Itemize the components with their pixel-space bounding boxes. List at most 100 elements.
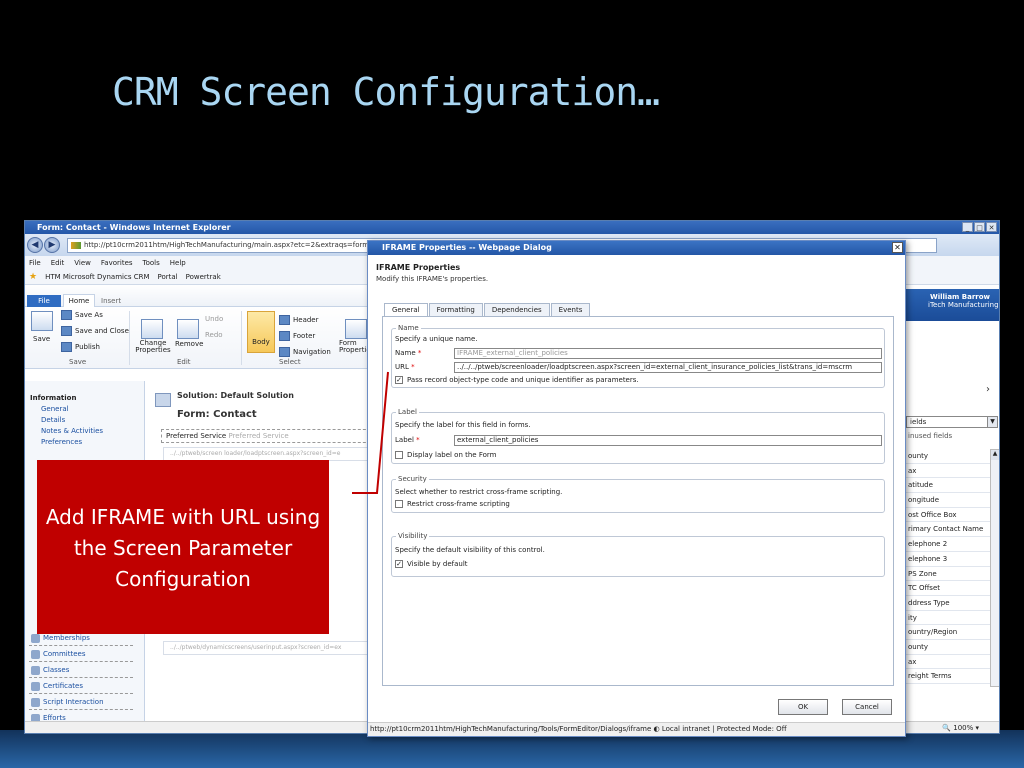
list-item[interactable]: ity: [906, 611, 990, 626]
name-section-legend: Name: [396, 324, 421, 332]
save-as-button[interactable]: Save As: [61, 310, 103, 320]
body-button[interactable]: Body: [247, 311, 275, 353]
url-field-input[interactable]: ../../../ptweb/screenloader/loadptscreen…: [454, 362, 882, 373]
field-list-scrollbar[interactable]: ▲: [990, 449, 999, 687]
menu-favorites[interactable]: Favorites: [101, 256, 133, 270]
nav-item-general[interactable]: General: [25, 404, 144, 415]
solution-label: Solution: Default Solution: [177, 391, 294, 400]
display-label-checkbox[interactable]: [395, 451, 403, 459]
favorite-link-portal[interactable]: Portal: [158, 270, 178, 285]
scroll-up-icon[interactable]: ▲: [991, 450, 999, 460]
save-close-button[interactable]: Save and Close: [61, 326, 129, 336]
undo-button[interactable]: Undo: [205, 315, 223, 323]
menu-file[interactable]: File: [29, 256, 41, 270]
list-item[interactable]: ountry/Region: [906, 625, 990, 640]
url-label: URL *: [395, 363, 415, 371]
save-icon[interactable]: [31, 311, 53, 331]
nav-item-preferences[interactable]: Preferences: [25, 437, 144, 448]
list-item[interactable]: reight Terms: [906, 669, 990, 684]
form-properties-button[interactable]: Form Properties: [339, 340, 369, 354]
navigation-button[interactable]: Navigation: [279, 347, 331, 357]
tab-file[interactable]: File: [27, 295, 61, 307]
label-input[interactable]: external_client_policies: [454, 435, 882, 446]
forward-icon[interactable]: ▶: [44, 237, 60, 253]
display-label-option[interactable]: Display label on the Form: [395, 451, 496, 459]
change-properties-button[interactable]: Change Properties: [135, 340, 171, 354]
tab-dependencies[interactable]: Dependencies: [483, 303, 550, 316]
user-name: William Barrow: [930, 293, 991, 301]
pass-record-checkbox[interactable]: ✓: [395, 376, 403, 384]
change-properties-icon[interactable]: [141, 319, 163, 339]
nav-entry-committees[interactable]: Committees: [29, 647, 133, 662]
list-item[interactable]: ost Office Box: [906, 508, 990, 523]
list-item[interactable]: ounty: [906, 640, 990, 655]
security-hint: Select whether to restrict cross-frame s…: [395, 488, 563, 496]
nav-header-information[interactable]: Information: [25, 381, 144, 404]
list-item[interactable]: ax: [906, 655, 990, 670]
nav-entry-script-interaction[interactable]: Script Interaction: [29, 695, 133, 710]
preferred-service-placeholder: Preferred Service: [228, 432, 289, 440]
menu-tools[interactable]: Tools: [143, 256, 160, 270]
favorites-star-icon[interactable]: ★: [29, 270, 37, 285]
list-item[interactable]: elephone 3: [906, 552, 990, 567]
menu-view[interactable]: View: [74, 256, 91, 270]
visible-checkbox[interactable]: ✓: [395, 560, 403, 568]
cancel-button[interactable]: Cancel: [842, 699, 892, 715]
list-item[interactable]: rimary Contact Name: [906, 522, 990, 538]
zoom-control[interactable]: 🔍 100% ▾: [942, 722, 979, 733]
list-item[interactable]: ax: [906, 464, 990, 479]
visible-option[interactable]: ✓ Visible by default: [395, 560, 468, 568]
minimize-icon[interactable]: _: [962, 222, 973, 232]
back-icon[interactable]: ◀: [27, 237, 43, 253]
nav-item-details[interactable]: Details: [25, 415, 144, 426]
tab-home[interactable]: Home: [63, 294, 95, 308]
maximize-icon[interactable]: □: [974, 222, 985, 232]
visibility-section-legend: Visibility: [396, 532, 430, 540]
name-input[interactable]: IFRAME_external_client_policies: [454, 348, 882, 359]
footer-button[interactable]: Footer: [279, 331, 315, 341]
redo-button[interactable]: Redo: [205, 331, 223, 339]
fields-filter-select[interactable]: ▼ ields: [906, 416, 998, 428]
save-button[interactable]: Save: [33, 335, 50, 343]
form-properties-icon[interactable]: [345, 319, 367, 339]
favorite-link-powertrak[interactable]: Powertrak: [186, 270, 221, 285]
favorite-link-crm[interactable]: HTM Microsoft Dynamics CRM: [45, 270, 149, 285]
chevron-right-icon[interactable]: ›: [986, 384, 990, 395]
url-text: http://pt10crm2011htm/HighTechManufactur…: [84, 240, 391, 249]
pass-record-option[interactable]: ✓ Pass record object-type code and unique…: [395, 376, 639, 384]
tab-formatting[interactable]: Formatting: [428, 303, 483, 316]
list-item[interactable]: ongitude: [906, 493, 990, 508]
list-item[interactable]: ddress Type: [906, 596, 990, 611]
close-icon[interactable]: ✕: [986, 222, 997, 232]
nav-entry-certificates[interactable]: Certificates: [29, 679, 133, 694]
tab-insert[interactable]: Insert: [101, 297, 121, 305]
unused-fields-checkbox-label[interactable]: inused fields: [908, 432, 952, 440]
header-button[interactable]: Header: [279, 315, 319, 325]
remove-button[interactable]: Remove: [175, 340, 203, 348]
menu-help[interactable]: Help: [170, 256, 186, 270]
field-explorer: William Barrow iTech Manufacturing › ▼ ie…: [905, 289, 999, 733]
list-item[interactable]: atitude: [906, 478, 990, 494]
visibility-section: Visibility Specify the default visibilit…: [391, 532, 885, 577]
publish-button[interactable]: Publish: [61, 342, 100, 352]
nav-item-notes[interactable]: Notes & Activities: [25, 426, 144, 437]
ok-button[interactable]: OK: [778, 699, 828, 715]
list-item[interactable]: ounty: [906, 449, 990, 464]
restrict-option[interactable]: Restrict cross-frame scripting: [395, 500, 510, 508]
dialog-header: IFRAME Properties Modify this IFRAME's p…: [376, 263, 488, 283]
menu-edit[interactable]: Edit: [51, 256, 65, 270]
preferred-service-field[interactable]: Preferred Service Preferred Service: [161, 429, 381, 443]
dialog-tabs: General Formatting Dependencies Events: [384, 303, 591, 316]
dialog-close-icon[interactable]: ✕: [892, 242, 903, 253]
tab-general[interactable]: General: [384, 303, 428, 316]
tab-events[interactable]: Events: [550, 303, 591, 316]
remove-icon[interactable]: [177, 319, 199, 339]
required-indicator: *: [416, 436, 420, 444]
iframe-placeholder-2[interactable]: ../../ptweb/dynamicscreens/userinput.asp…: [163, 641, 383, 655]
list-item[interactable]: elephone 2: [906, 537, 990, 552]
restrict-checkbox[interactable]: [395, 500, 403, 508]
user-info[interactable]: William Barrow iTech Manufacturing: [906, 289, 999, 321]
list-item[interactable]: PS Zone: [906, 567, 990, 582]
list-item[interactable]: TC Offset: [906, 581, 990, 596]
nav-entry-classes[interactable]: Classes: [29, 663, 133, 678]
